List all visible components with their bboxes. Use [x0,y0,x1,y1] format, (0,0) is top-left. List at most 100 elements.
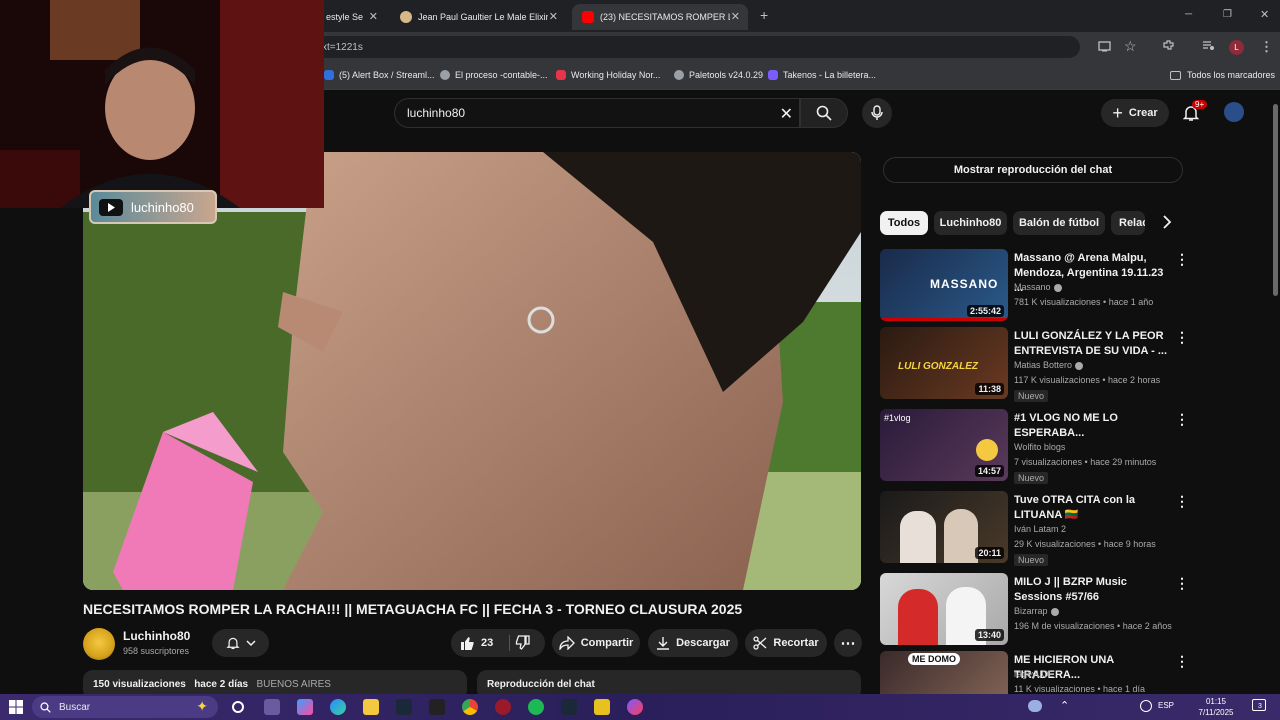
channel-name[interactable]: rageyLOL [1014,669,1054,679]
recommendation-item[interactable]: #1vlog 14:57 #1 VLOG NO ME LO ESPERABA..… [880,409,1190,484]
browser-tab[interactable]: estyle Se ✕ [316,4,386,30]
more-options-icon[interactable]: ⋮ [1175,575,1189,592]
new-tab-button[interactable]: + [760,7,768,23]
show-hidden-icons[interactable]: ⌃ [1060,699,1069,712]
recommendation-item[interactable]: 20:11 Tuve OTRA CITA con la LITUANA 🇱🇹 I… [880,491,1190,566]
bookmark-item[interactable]: Paletools v24.0.29 [674,70,763,80]
more-actions-button[interactable]: ⋯ [834,629,862,657]
close-tab-icon[interactable]: ✕ [731,10,740,23]
app-icon[interactable] [594,699,610,715]
channel-name[interactable]: Iván Latam 2 [1014,524,1066,534]
video-thumbnail[interactable]: 13:40 [880,573,1008,645]
all-bookmarks-button[interactable]: Todos los marcadores [1170,70,1275,80]
video-thumbnail[interactable]: MASSANO 2:55:42 [880,249,1008,321]
voice-search-button[interactable] [862,98,892,128]
like-dislike-group: 23 [451,629,545,657]
recommendation-item[interactable]: MASSANO 2:55:42 Massano @ Arena Malpu, M… [880,249,1190,324]
widgets-icon[interactable] [264,699,280,715]
cast-icon[interactable] [1098,40,1111,56]
recommendation-item[interactable]: LULI GONZALEZ 11:38 LULI GONZÁLEZ Y LA P… [880,327,1190,402]
app-icon[interactable] [429,699,445,715]
steam-icon[interactable] [396,699,412,715]
steam-icon[interactable] [561,699,577,715]
more-options-icon[interactable]: ⋮ [1175,653,1189,670]
share-button[interactable]: Compartir [552,629,640,657]
clip-button[interactable]: Recortar [745,629,827,657]
channel-name[interactable]: Massano [1014,282,1062,292]
close-window-button[interactable]: ✕ [1260,8,1269,21]
subscription-bell-button[interactable] [212,629,269,657]
video-title[interactable]: #1 VLOG NO ME LO ESPERABA... [1014,411,1174,441]
bookmark-star-icon[interactable]: ☆ [1124,38,1137,55]
video-thumbnail[interactable]: ME DOMO [880,651,1008,694]
recommendation-item[interactable]: ME DOMO ME HICIERON UNA TIRADERA... rage… [880,651,1190,694]
input-language[interactable]: ESP [1158,701,1174,710]
dislike-icon[interactable] [515,635,531,651]
edge-icon[interactable] [330,699,346,715]
more-options-icon[interactable]: ⋮ [1175,251,1189,268]
search-button[interactable] [800,98,848,128]
location-tag[interactable]: BUENOS AIRES [256,679,330,690]
media-controls-icon[interactable] [1202,39,1215,55]
channel-name[interactable]: Matias Bottero [1014,360,1084,370]
bookmark-label: (5) Alert Box / Streaml... [339,70,435,80]
close-tab-icon[interactable]: ✕ [549,10,558,23]
obs-icon[interactable] [495,699,511,715]
close-tab-icon[interactable]: ✕ [369,10,378,23]
video-thumbnail[interactable]: 20:11 [880,491,1008,563]
video-thumbnail[interactable]: LULI GONZALEZ 11:38 [880,327,1008,399]
bookmark-item[interactable]: Takenos - La billetera... [768,70,876,80]
youtube-favicon-icon [582,11,594,23]
notifications-button[interactable]: 9+ [1182,100,1208,127]
user-avatar[interactable] [1224,102,1244,122]
like-icon[interactable] [459,635,475,651]
search-input[interactable]: luchinho80 ✕ [394,98,800,128]
profile-avatar[interactable]: L [1229,40,1244,55]
more-options-icon[interactable]: ⋮ [1175,411,1189,428]
browser-tab-active[interactable]: (23) NECESITAMOS ROMPER LA R ✕ [572,4,748,30]
restore-button[interactable]: ❐ [1223,9,1232,20]
extensions-icon[interactable] [1162,39,1175,55]
bookmark-item[interactable]: El proceso -contable-... [440,70,548,80]
windows-start-icon[interactable] [9,700,23,719]
chip-all[interactable]: Todos [880,211,928,235]
bookmark-item[interactable]: (5) Alert Box / Streaml... [324,70,435,80]
system-clock[interactable]: 01:15 7/11/2025 [1196,696,1236,718]
webcam-overlay [0,0,324,208]
channel-name[interactable]: Bizarrap [1014,606,1059,616]
chip-football[interactable]: Balón de fútbol [1013,211,1105,235]
chip-channel[interactable]: Luchinho80 [934,211,1007,235]
copilot-icon[interactable] [297,699,313,715]
video-thumbnail[interactable]: #1vlog 14:57 [880,409,1008,481]
chrome-icon[interactable] [462,699,478,715]
taskbar-search[interactable]: Buscar ✦ [32,696,218,718]
task-view-icon[interactable] [232,701,244,713]
channel-avatar[interactable] [83,628,115,660]
show-chat-replay-button[interactable]: Mostrar reproducción del chat [883,157,1183,183]
more-options-icon[interactable]: ⋮ [1175,329,1189,346]
chips-next-button[interactable] [1160,214,1174,235]
spotify-icon[interactable] [528,699,544,715]
volume-icon[interactable] [1140,700,1152,712]
channel-name[interactable]: Luchinho80 [123,629,190,643]
url-field[interactable]: xt=1221s [300,36,1080,58]
recommendation-item[interactable]: 13:40 MILO J || BZRP Music Sessions #57/… [880,573,1190,648]
browser-menu-icon[interactable]: ⋮ [1260,39,1273,55]
create-button[interactable]: + Crear [1101,99,1169,127]
video-title[interactable]: LULI GONZÁLEZ Y LA PEOR ENTREVISTA DE SU… [1014,329,1174,359]
clear-search-icon[interactable]: ✕ [780,104,793,124]
more-options-icon[interactable]: ⋮ [1175,493,1189,510]
browser-tab[interactable]: Jean Paul Gaultier Le Male Elixir 20 ✕ [390,4,566,30]
file-explorer-icon[interactable] [363,699,379,715]
scrollbar-thumb[interactable] [1273,104,1278,296]
weather-icon[interactable] [1028,700,1042,712]
download-button[interactable]: Descargar [648,629,738,657]
chip-related[interactable]: Relac [1111,211,1145,235]
video-title[interactable]: MILO J || BZRP Music Sessions #57/66 [1014,575,1174,605]
minimize-button[interactable]: ─ [1185,9,1192,20]
channel-name[interactable]: Wolfito blogs [1014,442,1065,452]
app-icon[interactable] [627,699,643,715]
video-title[interactable]: Tuve OTRA CITA con la LITUANA 🇱🇹 [1014,493,1174,523]
notification-center-icon[interactable]: 3 [1252,699,1266,711]
bookmark-item[interactable]: Working Holiday Nor... [556,70,660,80]
